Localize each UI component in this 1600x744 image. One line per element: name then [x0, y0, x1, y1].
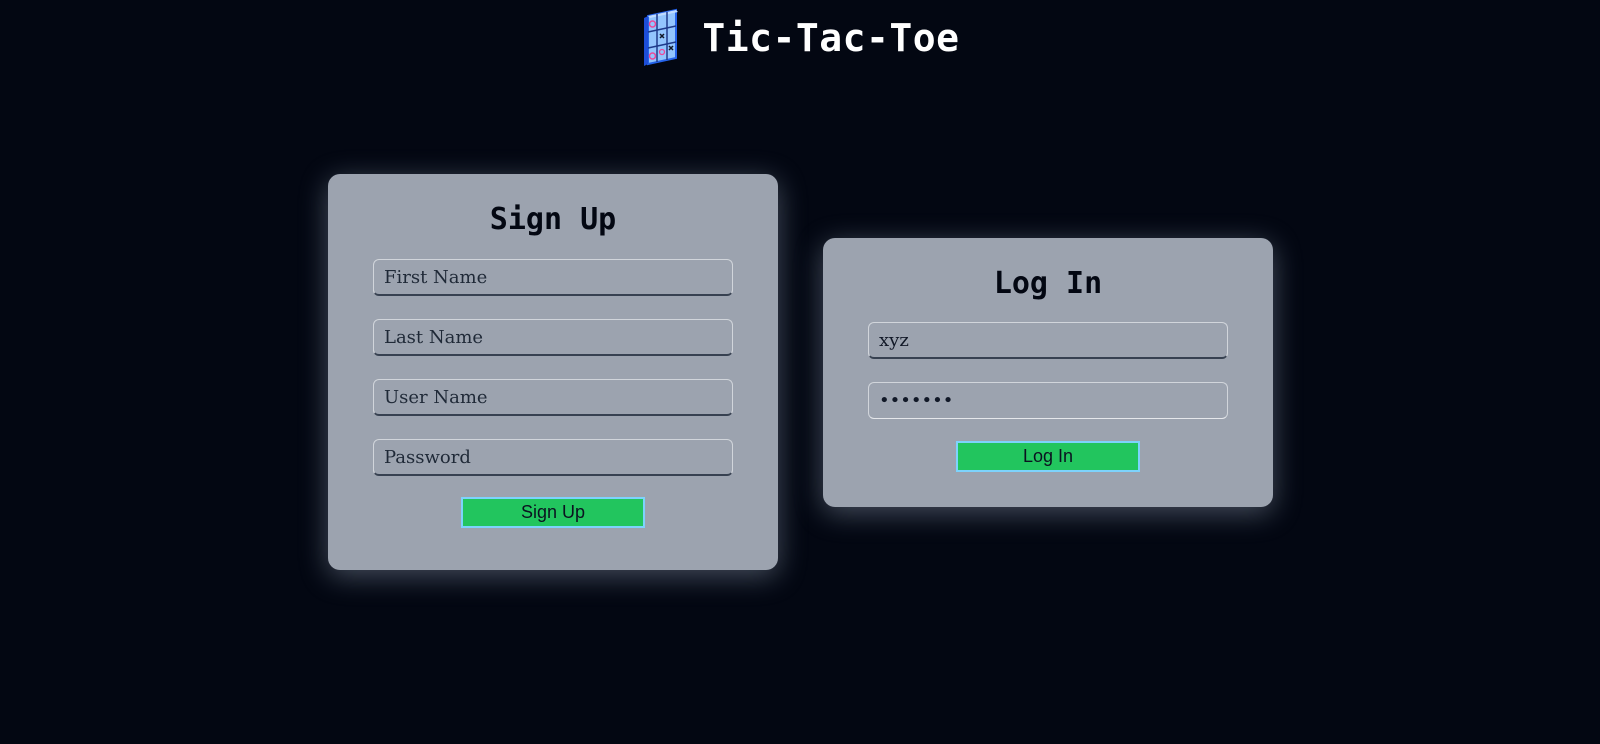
signup-card: Sign Up Sign Up [328, 174, 778, 570]
tic-tac-toe-grid-icon [640, 8, 684, 68]
user-name-input[interactable] [373, 379, 733, 416]
signup-button[interactable]: Sign Up [461, 497, 645, 528]
header: Tic-Tac-Toe [0, 6, 1600, 70]
last-name-input[interactable] [373, 319, 733, 356]
app-title: Tic-Tac-Toe [702, 16, 960, 60]
login-username-input[interactable] [868, 322, 1228, 359]
signup-title: Sign Up [489, 202, 617, 237]
signup-form [328, 259, 778, 476]
login-password-input[interactable] [868, 382, 1228, 419]
signup-password-input[interactable] [373, 439, 733, 476]
first-name-input[interactable] [373, 259, 733, 296]
login-button[interactable]: Log In [956, 441, 1140, 472]
login-form [823, 322, 1273, 419]
login-card: Log In Log In [823, 238, 1273, 507]
page: Tic-Tac-Toe Sign Up Sign Up Log In Log I… [0, 0, 1600, 744]
login-title: Log In [993, 266, 1103, 301]
